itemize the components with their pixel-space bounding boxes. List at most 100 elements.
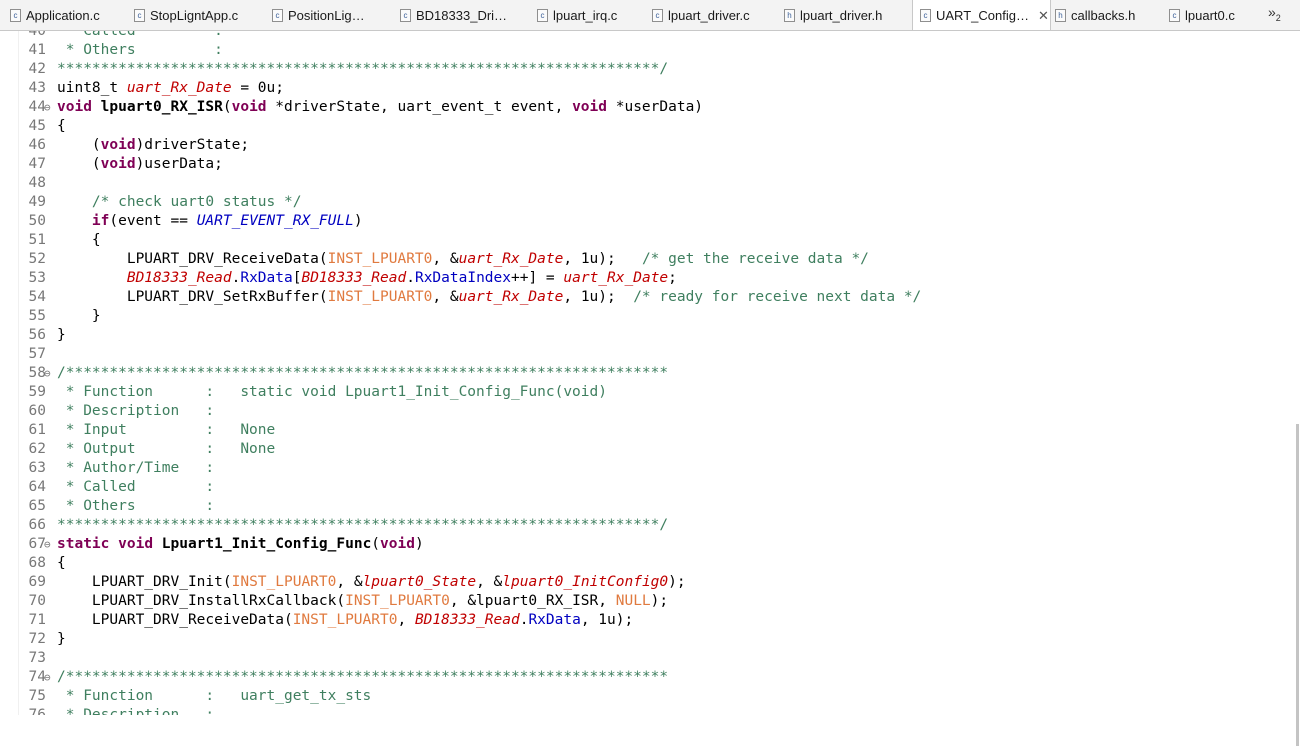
- code-keyword: void: [100, 156, 136, 172]
- line-number: 62: [28, 441, 46, 457]
- macro-constant: INST_LPUART0: [231, 574, 337, 590]
- code-line[interactable]: 50 if(event == UART_EVENT_RX_FULL): [0, 212, 1290, 231]
- tab-uart-config[interactable]: c UART_Config… ✕: [912, 0, 1051, 30]
- c-file-icon: c: [537, 8, 548, 22]
- tab-application-c[interactable]: c Application.c: [6, 0, 130, 30]
- code-text: , 1u);: [563, 251, 642, 267]
- code-line[interactable]: 56}: [0, 326, 1290, 345]
- tab-stopligntapp-c[interactable]: c StopLigntApp.c: [130, 0, 268, 30]
- tab-label: callbacks.h: [1071, 7, 1136, 23]
- code-comment: * Description :: [57, 403, 215, 419]
- code-line[interactable]: 57: [0, 345, 1290, 364]
- code-line[interactable]: 71 LPUART_DRV_ReceiveData(INST_LPUART0, …: [0, 611, 1290, 630]
- close-tab-icon[interactable]: ✕: [1038, 8, 1049, 24]
- code-text: LPUART_DRV_ReceiveData(INST_LPUART0, BD1…: [57, 611, 633, 630]
- line-number: 67: [28, 536, 46, 552]
- code-editor[interactable]: 40 * Called :41 * Others :42 ************…: [0, 31, 1300, 715]
- code-line[interactable]: 47 (void)userData;: [0, 155, 1290, 174]
- code-line[interactable]: 64 * Called :: [0, 478, 1290, 497]
- code-line[interactable]: 44 ⊖ void lpuart0_RX_ISR(void *driverState…: [0, 98, 1290, 117]
- global-variable: BD18333_Read: [126, 270, 232, 286]
- code-text: BD18333_Read.RxData[BD18333_Read.RxDataI…: [57, 269, 677, 288]
- code-line[interactable]: 72}: [0, 630, 1290, 649]
- code-line[interactable]: 63 * Author/Time :: [0, 459, 1290, 478]
- code-line[interactable]: 58 ⊖ /************************************…: [0, 364, 1290, 383]
- code-line[interactable]: 48: [0, 174, 1290, 193]
- tab-label: lpuart_driver.h: [800, 7, 883, 23]
- c-file-icon: c: [134, 8, 145, 22]
- code-line[interactable]: 51 {: [0, 231, 1290, 250]
- code-line[interactable]: 43 uint8_t uart_Rx_Date = 0u;: [0, 79, 1290, 98]
- code-text: * Called :: [57, 478, 214, 497]
- tab-lpuart0-c[interactable]: c lpuart0.c: [1165, 0, 1265, 30]
- code-line[interactable]: 46 (void)driverState;: [0, 136, 1290, 155]
- code-line[interactable]: 65 * Others :: [0, 497, 1290, 516]
- code-line[interactable]: 73: [0, 649, 1290, 668]
- code-line[interactable]: 49 /* check uart0 status */: [0, 193, 1290, 212]
- code-line[interactable]: 70 LPUART_DRV_InstallRxCallback(INST_LPU…: [0, 592, 1290, 611]
- code-line[interactable]: 45 {: [0, 117, 1290, 136]
- code-text: * Function : uart_get_tx_sts: [57, 687, 372, 706]
- code-text: uint8_t: [57, 80, 127, 96]
- code-line[interactable]: 74 ⊖ /************************************…: [0, 668, 1290, 687]
- code-comment: * Input : None: [57, 422, 276, 438]
- code-line[interactable]: 52 LPUART_DRV_ReceiveData(INST_LPUART0, …: [0, 250, 1290, 269]
- code-text: {: [57, 117, 66, 136]
- global-variable: BD18333_Read: [301, 270, 407, 286]
- tab-lpuart-irq-c[interactable]: c lpuart_irq.c: [533, 0, 648, 30]
- global-variable: uart_Rx_Date: [458, 251, 564, 267]
- code-text: (: [371, 536, 381, 552]
- code-line[interactable]: 66 **************************************…: [0, 516, 1290, 535]
- fold-collapse-icon[interactable]: ⊖: [44, 668, 51, 687]
- tab-positionlig[interactable]: c PositionLig…: [268, 0, 396, 30]
- line-number: 51: [28, 232, 46, 248]
- code-line[interactable]: 60 * Description :: [0, 402, 1290, 421]
- code-line[interactable]: 54 LPUART_DRV_SetRxBuffer(INST_LPUART0, …: [0, 288, 1290, 307]
- code-line[interactable]: 76 * Description :: [0, 706, 1290, 715]
- code-line[interactable]: 68 {: [0, 554, 1290, 573]
- tab-bd18333-dri[interactable]: c BD18333_Dri…: [396, 0, 533, 30]
- tab-overflow-button[interactable]: »2: [1268, 4, 1281, 23]
- code-text: LPUART_DRV_ReceiveData(: [57, 612, 293, 628]
- code-line[interactable]: 41 * Others :: [0, 41, 1290, 60]
- code-line[interactable]: 62 * Output : None: [0, 440, 1290, 459]
- code-line[interactable]: 53 BD18333_Read.RxData[BD18333_Read.RxDa…: [0, 269, 1290, 288]
- code-text: LPUART_DRV_InstallRxCallback(: [57, 593, 346, 609]
- code-line[interactable]: 42 **************************************…: [0, 60, 1290, 79]
- code-text: (event ==: [109, 213, 197, 229]
- code-line[interactable]: 61 * Input : None: [0, 421, 1290, 440]
- tab-callbacks-h[interactable]: h callbacks.h: [1051, 0, 1165, 30]
- scrollbar-thumb[interactable]: [1296, 424, 1299, 746]
- fold-collapse-icon[interactable]: ⊖: [44, 535, 51, 554]
- code-line[interactable]: 40 * Called :: [0, 31, 1290, 41]
- code-line[interactable]: 75 * Function : uart_get_tx_sts: [0, 687, 1290, 706]
- code-line[interactable]: 55 }: [0, 307, 1290, 326]
- fold-collapse-icon[interactable]: ⊖: [44, 98, 51, 117]
- fold-collapse-icon[interactable]: ⊖: [44, 364, 51, 383]
- code-text: }: [57, 326, 66, 345]
- line-number: 72: [28, 631, 46, 647]
- line-number: 65: [28, 498, 46, 514]
- code-line[interactable]: 67 ⊖ static void Lpuart1_Init_Config_Func(…: [0, 535, 1290, 554]
- code-text: )driverState;: [135, 137, 250, 153]
- vertical-scrollbar[interactable]: [1294, 31, 1300, 746]
- code-line[interactable]: 59 * Function : static void Lpuart1_Init…: [0, 383, 1290, 402]
- line-number: 60: [28, 403, 46, 419]
- macro-constant: NULL: [615, 593, 651, 609]
- code-line[interactable]: 69 LPUART_DRV_Init(INST_LPUART0, &lpuart…: [0, 573, 1290, 592]
- tab-label: BD18333_Dri…: [416, 7, 508, 23]
- line-number: 46: [28, 137, 46, 153]
- code-text: (: [222, 99, 232, 115]
- enum-constant: UART_EVENT_RX_FULL: [196, 213, 354, 229]
- code-text: LPUART_DRV_Init(INST_LPUART0, &lpuart0_S…: [57, 573, 686, 592]
- line-number: 70: [28, 593, 46, 609]
- code-text: LPUART_DRV_SetRxBuffer(: [57, 289, 328, 305]
- struct-field: RxData: [528, 612, 581, 628]
- code-text: , 1u);: [580, 612, 634, 628]
- line-number: 41: [28, 42, 46, 58]
- tab-lpuart-driver-c[interactable]: c lpuart_driver.c: [648, 0, 780, 30]
- function-name: lpuart0_RX_ISR: [100, 99, 223, 115]
- tab-lpuart-driver-h[interactable]: h lpuart_driver.h: [780, 0, 912, 30]
- global-variable: BD18333_Read: [414, 612, 520, 628]
